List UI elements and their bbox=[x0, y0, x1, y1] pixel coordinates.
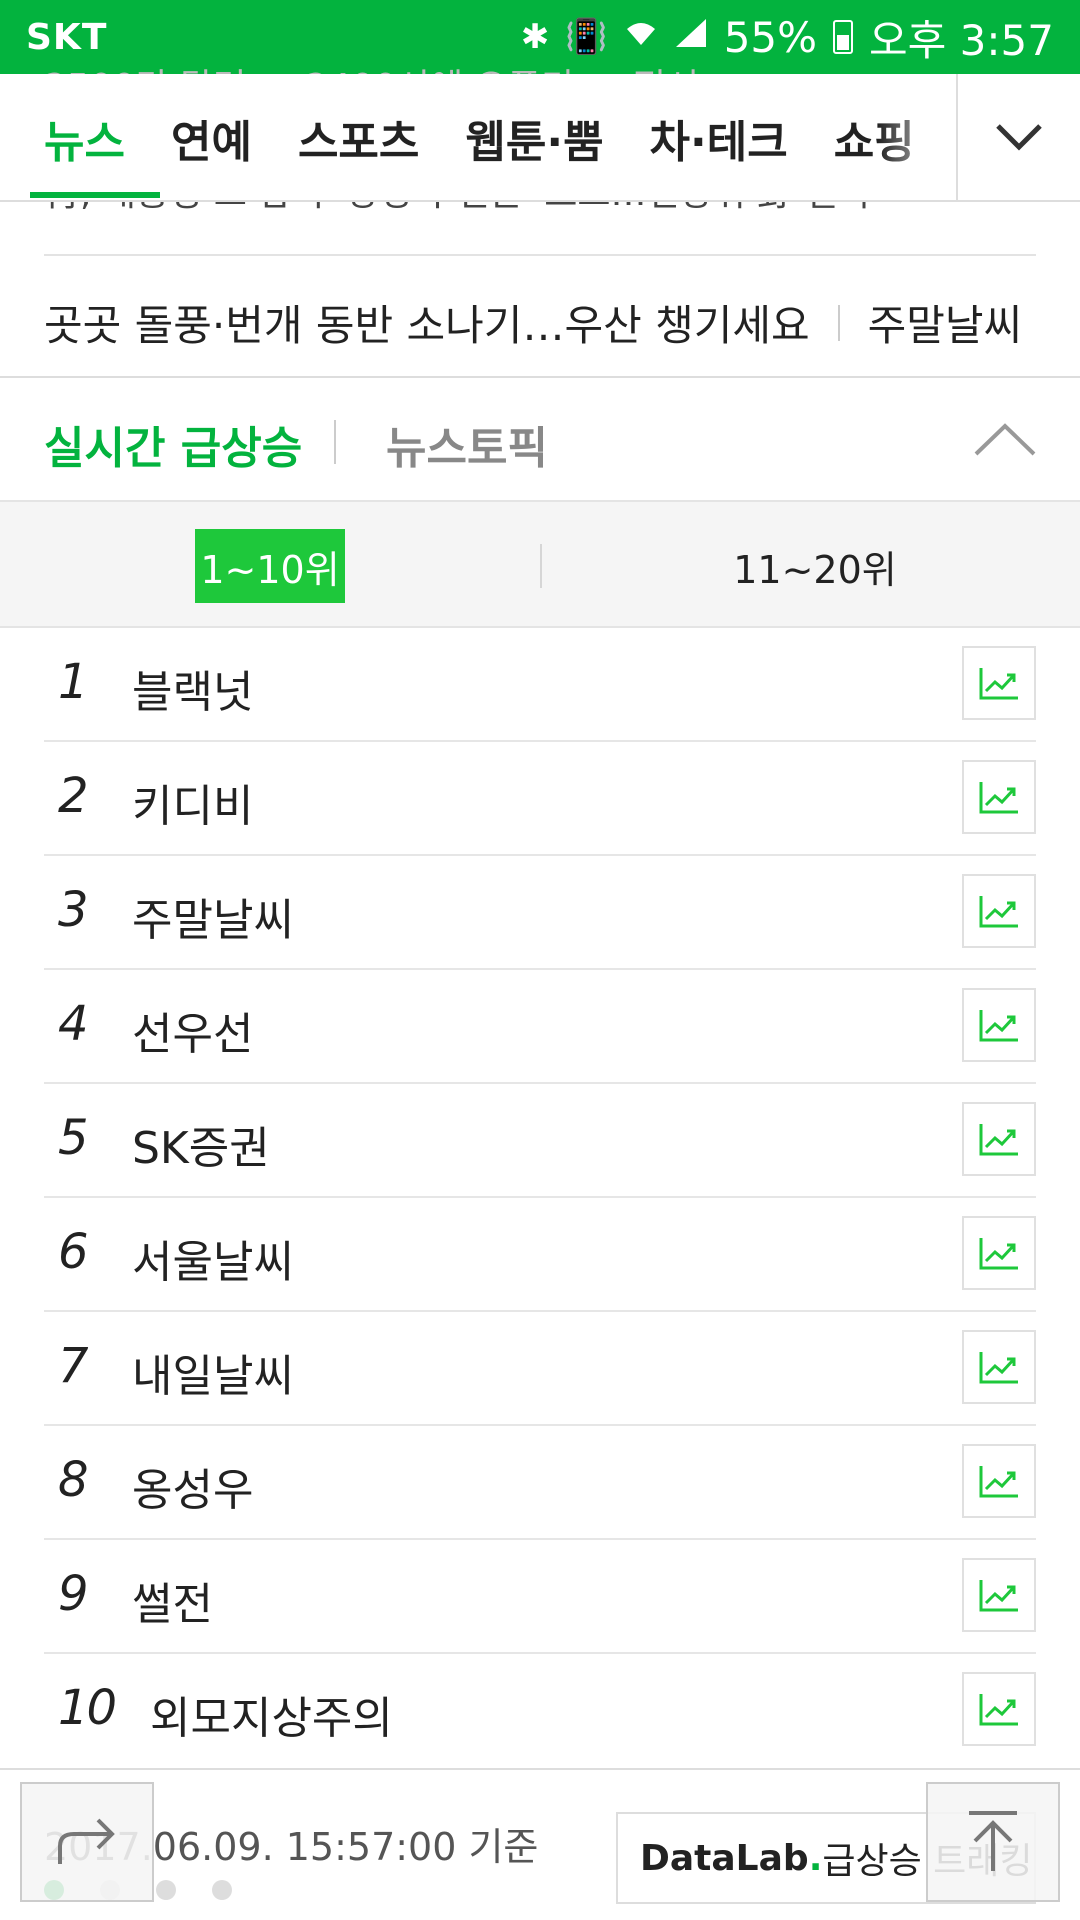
list-item[interactable]: 3 주말날씨 bbox=[44, 856, 1036, 970]
wifi-icon bbox=[624, 17, 658, 58]
rank-range-tabs: 1~10위 11~20위 bbox=[0, 500, 1080, 628]
trend-button[interactable] bbox=[962, 1444, 1036, 1518]
clock: 오후 3:57 bbox=[869, 15, 1054, 65]
news-divider bbox=[44, 254, 1036, 256]
rank-keyword[interactable]: 옹성우 bbox=[132, 1454, 253, 1518]
chevron-up-icon[interactable] bbox=[970, 414, 1040, 464]
trend-chart-icon bbox=[979, 668, 1018, 700]
trend-chart-icon bbox=[979, 1694, 1018, 1726]
trend-chart-icon bbox=[979, 896, 1018, 928]
datalab-dot: . bbox=[808, 1837, 823, 1879]
category-tabs: 뉴스 연예 스포츠 웹툰·뿜 차·테크 쇼핑 bbox=[44, 106, 915, 170]
list-item[interactable]: 1 블랙넛 bbox=[44, 628, 1036, 742]
tab-car-tech[interactable]: 차·테크 bbox=[650, 106, 788, 170]
tab-webtoon[interactable]: 웹툰·뿜 bbox=[465, 106, 603, 170]
rank-number: 5 bbox=[58, 1110, 89, 1166]
rank-keyword[interactable]: 선우선 bbox=[132, 998, 253, 1062]
list-item[interactable]: 9 썰전 bbox=[44, 1540, 1036, 1654]
rank-keyword[interactable]: 키디비 bbox=[132, 770, 253, 834]
list-item[interactable]: 8 옹성우 bbox=[44, 1426, 1036, 1540]
trend-chart-icon bbox=[979, 1124, 1018, 1156]
battery-percent: 55% bbox=[723, 12, 818, 62]
more-tabs-button[interactable] bbox=[956, 74, 1080, 200]
list-item[interactable]: 4 선우선 bbox=[44, 970, 1036, 1084]
trend-chart-icon bbox=[979, 782, 1018, 814]
rank-keyword[interactable]: 외모지상주의 bbox=[150, 1682, 393, 1746]
carrier-label: SKT bbox=[26, 16, 108, 58]
signal-icon bbox=[674, 17, 708, 58]
realtime-header: 실시간 급상승 뉴스토픽 bbox=[0, 378, 1080, 500]
headline-separator bbox=[837, 304, 840, 341]
tab-sports[interactable]: 스포츠 bbox=[298, 106, 419, 170]
trend-button[interactable] bbox=[962, 760, 1036, 834]
tab-realtime-rising[interactable]: 실시간 급상승 bbox=[44, 412, 302, 476]
rank-keyword[interactable]: 주말날씨 bbox=[132, 884, 294, 948]
trend-button[interactable] bbox=[962, 1558, 1036, 1632]
scroll-top-button[interactable] bbox=[926, 1782, 1060, 1902]
arrow-up-icon bbox=[969, 1811, 1017, 1871]
rank-number: 6 bbox=[58, 1224, 89, 1280]
header-separator bbox=[334, 420, 336, 464]
chevron-down-icon bbox=[996, 124, 1042, 151]
trend-button[interactable] bbox=[962, 1330, 1036, 1404]
trend-button[interactable] bbox=[962, 646, 1036, 720]
trend-button[interactable] bbox=[962, 874, 1036, 948]
trend-chart-icon bbox=[979, 1010, 1018, 1042]
vibrate-icon: 📳 bbox=[565, 17, 608, 57]
list-item[interactable]: 6 서울날씨 bbox=[44, 1198, 1036, 1312]
category-tab-bar: 뉴스 연예 스포츠 웹툰·뿜 차·테크 쇼핑 bbox=[0, 74, 1080, 202]
rank-number: 4 bbox=[58, 996, 89, 1052]
page-dot bbox=[212, 1880, 232, 1900]
list-item[interactable]: 7 내일날씨 bbox=[44, 1312, 1036, 1426]
footer-divider bbox=[0, 1768, 1080, 1770]
share-icon bbox=[58, 1818, 115, 1864]
rank-keyword[interactable]: 서울날씨 bbox=[132, 1226, 294, 1290]
rank-keyword[interactable]: 블랙넛 bbox=[132, 656, 253, 720]
active-tab-indicator bbox=[30, 192, 160, 198]
news-headline[interactable]: 곳곳 돌풍·번개 동반 소나기…우산 챙기세요 bbox=[44, 292, 810, 353]
datalab-brand: DataLab bbox=[640, 1837, 809, 1879]
news-headline-row[interactable]: 곳곳 돌풍·번개 동반 소나기…우산 챙기세요 주말날씨 bbox=[44, 292, 1022, 353]
rank-number: 8 bbox=[58, 1452, 89, 1508]
rank-number: 10 bbox=[58, 1680, 117, 1736]
rank-number: 9 bbox=[58, 1566, 89, 1622]
battery-icon bbox=[833, 20, 854, 54]
news-tag[interactable]: 주말날씨 bbox=[868, 292, 1023, 353]
page-dot bbox=[156, 1880, 176, 1900]
rank-number: 7 bbox=[58, 1338, 89, 1394]
trend-button[interactable] bbox=[962, 1216, 1036, 1290]
bluetooth-icon: ✱ bbox=[520, 17, 550, 57]
trend-chart-icon bbox=[979, 1238, 1018, 1270]
range-separator bbox=[540, 544, 542, 588]
rank-number: 2 bbox=[58, 768, 89, 824]
range-tab-11-20[interactable]: 11~20위 bbox=[730, 529, 900, 603]
rank-number: 1 bbox=[58, 654, 89, 710]
trend-button[interactable] bbox=[962, 1102, 1036, 1176]
tab-news[interactable]: 뉴스 bbox=[44, 106, 125, 170]
trend-chart-icon bbox=[979, 1466, 1018, 1498]
range-tab-1-10[interactable]: 1~10위 bbox=[195, 529, 345, 603]
trend-chart-icon bbox=[979, 1352, 1018, 1384]
rank-keyword[interactable]: SK증권 bbox=[132, 1112, 270, 1176]
rank-keyword[interactable]: 내일날씨 bbox=[132, 1340, 294, 1404]
trend-chart-icon bbox=[979, 1580, 1018, 1612]
ranking-list: 1 블랙넛 2 키디비 3 주말날씨 4 선우선 5 SK증권 6 서울날씨 7… bbox=[0, 628, 1080, 1768]
rank-keyword[interactable]: 썰전 bbox=[132, 1568, 213, 1632]
share-button[interactable] bbox=[20, 1782, 154, 1902]
list-item[interactable]: 2 키디비 bbox=[44, 742, 1036, 856]
list-item[interactable]: 5 SK증권 bbox=[44, 1084, 1036, 1198]
tab-fade bbox=[878, 74, 958, 200]
trend-button[interactable] bbox=[962, 988, 1036, 1062]
trend-button[interactable] bbox=[962, 1672, 1036, 1746]
list-item[interactable]: 10 외모지상주의 bbox=[44, 1654, 1036, 1768]
tab-entertainment[interactable]: 연예 bbox=[171, 106, 252, 170]
tab-news-topic[interactable]: 뉴스토픽 bbox=[386, 412, 548, 476]
rank-number: 3 bbox=[58, 882, 89, 938]
